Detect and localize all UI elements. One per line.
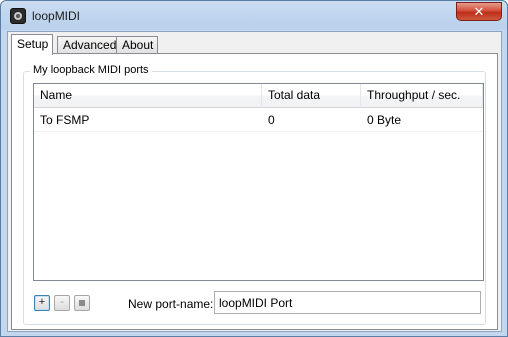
table-row[interactable]: To FSMP 0 0 Byte <box>34 109 483 132</box>
port-name-label: New port-name: <box>128 297 214 311</box>
window-title: loopMIDI <box>32 9 81 23</box>
stop-port-button[interactable] <box>74 295 90 311</box>
setup-tab-page: My loopback MIDI ports Name Total data T… <box>11 53 498 330</box>
row-port-name: To FSMP <box>40 113 90 127</box>
ports-groupbox: My loopback MIDI ports Name Total data T… <box>23 64 486 325</box>
tab-about[interactable]: About <box>116 36 158 54</box>
ports-list[interactable]: Name Total data Throughput / sec. To FSM… <box>33 83 484 281</box>
client-area: Setup Advanced About My loopback MIDI po… <box>7 31 502 332</box>
remove-port-button[interactable]: - <box>54 295 70 311</box>
groupbox-legend: My loopback MIDI ports <box>30 64 152 76</box>
list-header: Name Total data Throughput / sec. <box>34 84 483 108</box>
column-header-name[interactable]: Name <box>34 84 262 108</box>
close-button[interactable]: ✕ <box>456 2 502 21</box>
tab-setup[interactable]: Setup <box>11 34 53 55</box>
add-port-button[interactable]: + <box>34 295 50 311</box>
app-window: loopMIDI ✕ Setup Advanced About My loopb… <box>0 0 508 337</box>
tab-advanced[interactable]: Advanced <box>57 36 117 54</box>
row-throughput: 0 Byte <box>367 113 402 127</box>
stop-square-icon <box>79 300 85 306</box>
row-total-data: 0 <box>268 113 275 127</box>
column-header-throughput[interactable]: Throughput / sec. <box>361 84 483 108</box>
title-bar[interactable]: loopMIDI ✕ <box>1 1 507 31</box>
loopmidi-app-icon[interactable] <box>10 8 26 24</box>
port-name-input[interactable] <box>214 291 481 314</box>
column-header-total-data[interactable]: Total data <box>262 84 361 108</box>
